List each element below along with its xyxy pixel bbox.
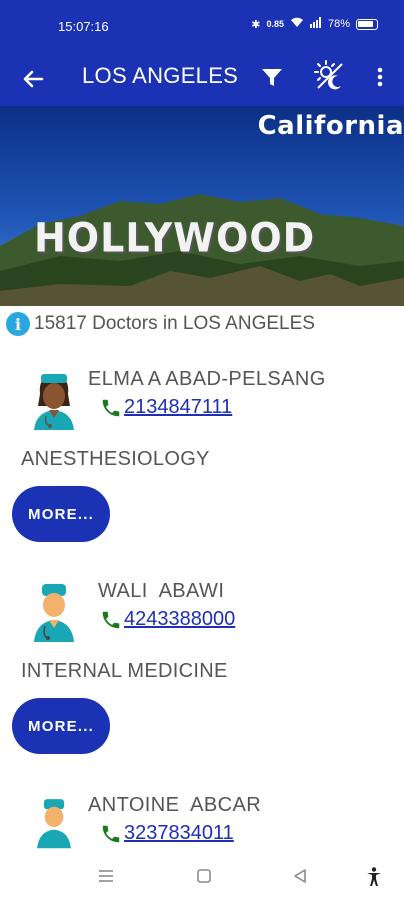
back-nav-button[interactable] — [290, 866, 314, 888]
female-doctor-avatar-icon — [28, 366, 80, 435]
system-nav-bar — [0, 852, 404, 900]
doctor-name: ELMA A ABAD-PELSANG — [88, 368, 326, 390]
back-button[interactable] — [18, 64, 48, 94]
signal-icon — [309, 17, 322, 31]
page-title: LOS ANGELES — [82, 63, 239, 88]
male-doctor-avatar-icon — [28, 580, 80, 647]
status-icons: ✱ 0.85 78% — [251, 17, 378, 31]
back-arrow-icon — [23, 70, 44, 88]
more-button[interactable]: MORE... — [12, 486, 110, 542]
bluetooth-icon: ✱ — [251, 18, 261, 31]
doctor-card: ELMA A ABAD-PELSANG 2134847111 ANESTHESI… — [0, 360, 404, 550]
city-banner-image: California HOLLYWOOD — [0, 106, 404, 306]
doctor-specialty: INTERNAL MEDICINE — [21, 660, 228, 682]
status-bar: 15:07:16 ✱ 0.85 78% — [0, 0, 404, 52]
doctor-count-row: i 15817 Doctors in LOS ANGELES — [6, 312, 315, 336]
battery-percent: 78% — [327, 18, 350, 30]
wifi-icon — [290, 17, 304, 31]
phone-link[interactable]: 3237834011 — [124, 822, 234, 845]
doctor-specialty: ANESTHESIOLOGY — [21, 448, 210, 470]
male-doctor-avatar-icon — [32, 794, 76, 852]
doctor-card: WALI ABAWI 4243388000 INTERNAL MEDICINE … — [0, 572, 404, 762]
filter-button[interactable] — [258, 63, 286, 91]
app-bar: LOS ANGELES — [0, 52, 404, 106]
info-icon: i — [6, 312, 30, 336]
data-speed: 0.85 — [266, 19, 284, 29]
filter-icon — [262, 69, 282, 86]
phone-icon — [102, 825, 120, 842]
overflow-menu-button[interactable] — [370, 63, 390, 91]
banner-sign-text: HOLLYWOOD — [34, 214, 316, 262]
home-button[interactable] — [194, 866, 218, 888]
accessibility-icon — [367, 867, 381, 886]
square-icon — [197, 869, 211, 883]
triangle-back-icon — [294, 869, 306, 883]
more-vert-icon — [377, 67, 383, 87]
phone-row[interactable]: 4243388000 — [100, 608, 235, 631]
phone-row[interactable]: 2134847111 — [100, 396, 232, 419]
phone-row[interactable]: 3237834011 — [100, 822, 234, 845]
phone-link[interactable]: 4243388000 — [124, 608, 235, 631]
more-button[interactable]: MORE... — [12, 698, 110, 754]
doctor-name: ANTOINE ABCAR — [88, 794, 262, 816]
phone-link[interactable]: 2134847111 — [124, 396, 232, 419]
menu-lines-icon — [99, 870, 113, 882]
status-time: 15:07:16 — [58, 19, 109, 34]
phone-icon — [102, 611, 120, 628]
banner-state-label: California — [257, 111, 404, 141]
day-night-icon — [314, 60, 343, 90]
doctor-card: ANTOINE ABCAR 3237834011 — [0, 784, 404, 852]
theme-toggle-button[interactable] — [312, 58, 346, 92]
accessibility-button[interactable] — [364, 866, 388, 888]
doctor-count-text: 15817 Doctors in LOS ANGELES — [34, 313, 315, 334]
recent-apps-button[interactable] — [96, 866, 120, 888]
phone-icon — [102, 399, 120, 416]
battery-icon — [356, 18, 378, 30]
doctor-name: WALI ABAWI — [98, 580, 225, 602]
